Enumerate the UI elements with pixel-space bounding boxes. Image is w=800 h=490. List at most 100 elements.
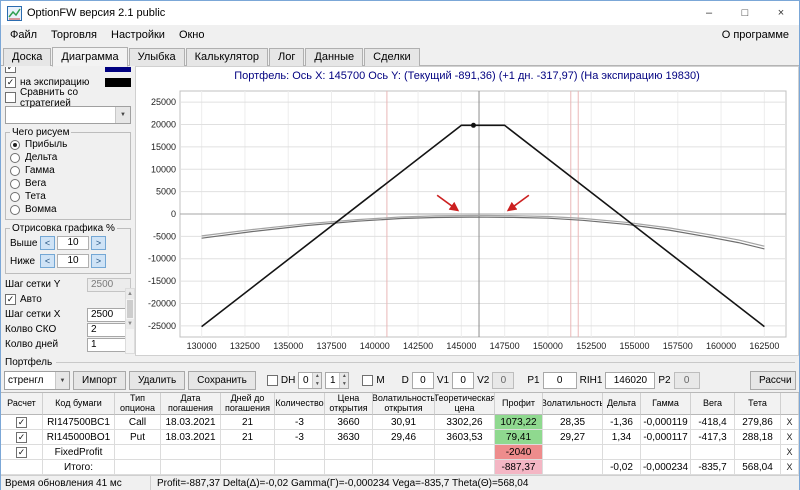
below-label: Ниже bbox=[10, 255, 36, 267]
cell-type bbox=[115, 460, 161, 475]
maximize-button[interactable]: □ bbox=[727, 1, 763, 25]
delete-button[interactable]: Удалить bbox=[128, 371, 186, 390]
cell-open-price: 3660 bbox=[325, 415, 373, 430]
cell-expiry-date bbox=[161, 460, 221, 475]
x-tick-label: 135000 bbox=[273, 341, 303, 351]
update-time: Время обновления 41 мс bbox=[1, 476, 151, 490]
spin-down-icon[interactable]: ▼ bbox=[340, 380, 349, 388]
spin-down-icon[interactable]: ▼ bbox=[313, 380, 322, 388]
portfolio-section: Портфель bbox=[1, 356, 799, 369]
strategy-compare-select[interactable]: ▼ bbox=[5, 106, 131, 124]
draw-gamma-radio[interactable] bbox=[10, 165, 20, 176]
row-close-button[interactable]: X bbox=[781, 415, 799, 430]
close-button[interactable]: × bbox=[763, 1, 799, 25]
tab-calculator[interactable]: Калькулятор bbox=[185, 48, 269, 66]
spin-up-icon[interactable]: ▲ bbox=[340, 373, 349, 381]
draw-gamma-row: Гамма bbox=[10, 164, 126, 177]
pnl-chart[interactable]: 130000 132500 135000 137500 140000 142500 1450… bbox=[136, 85, 796, 355]
draw-profit-radio[interactable] bbox=[10, 139, 20, 150]
cell-theor-price: 3603,53 bbox=[435, 430, 495, 445]
menu-window[interactable]: Окно bbox=[172, 27, 212, 43]
tab-trades[interactable]: Сделки bbox=[364, 48, 420, 66]
chart-title: Портфель: Ось X: 145700 Ось Y: (Текущий … bbox=[234, 70, 700, 82]
x-tick-label: 155000 bbox=[619, 341, 649, 351]
strategy-select-value: стренгл bbox=[8, 375, 44, 386]
cell-quantity bbox=[275, 445, 325, 460]
y-tick-label: -25000 bbox=[148, 321, 176, 331]
calculate-button[interactable]: Рассчи bbox=[750, 371, 796, 390]
sidebar-scrollbar[interactable]: ▲ ▼ bbox=[125, 288, 135, 354]
draw-delta-radio[interactable] bbox=[10, 152, 20, 163]
cell-delta: -0,02 bbox=[603, 460, 641, 475]
current-checkbox[interactable]: ✓ bbox=[5, 67, 16, 73]
import-button[interactable]: Импорт bbox=[73, 371, 126, 390]
cell-volatility: 29,27 bbox=[543, 430, 603, 445]
col-profit: Профит bbox=[495, 393, 543, 415]
dh-spinner-1[interactable]: 0 ▲ ▼ bbox=[298, 372, 323, 389]
expiry-checkbox[interactable]: ✓ bbox=[5, 77, 16, 88]
row-calc-checkbox[interactable]: ✓ bbox=[16, 446, 27, 458]
scroll-up-icon[interactable]: ▲ bbox=[126, 289, 134, 299]
below-value-input[interactable]: 10 bbox=[57, 254, 89, 268]
draw-vomma-radio[interactable] bbox=[10, 204, 20, 215]
current-color-swatch[interactable] bbox=[105, 67, 131, 72]
title-bar[interactable]: OptionFW версия 2.1 public – □ × bbox=[1, 1, 799, 25]
row-calc-checkbox[interactable]: ✓ bbox=[16, 416, 27, 428]
p2-input[interactable]: 0 bbox=[673, 372, 700, 389]
cell-open-price bbox=[325, 460, 373, 475]
draw-theta-radio[interactable] bbox=[10, 191, 20, 202]
menu-trade[interactable]: Торговля bbox=[44, 27, 104, 43]
y-tick-label: 10000 bbox=[151, 164, 176, 174]
below-increment-button[interactable]: > bbox=[91, 254, 106, 268]
dh-spinner-2[interactable]: 1 ▲ ▼ bbox=[325, 372, 350, 389]
tab-log[interactable]: Лог bbox=[269, 48, 305, 66]
grid-step-x-label: Шаг сетки X bbox=[5, 309, 61, 320]
m-checkbox[interactable] bbox=[362, 375, 374, 386]
row-close-button[interactable]: X bbox=[781, 460, 799, 475]
row-close-button[interactable]: X bbox=[781, 445, 799, 460]
cell-theor-price: 3302,26 bbox=[435, 415, 495, 430]
compare-checkbox[interactable] bbox=[5, 92, 16, 103]
scrollbar-thumb[interactable] bbox=[127, 300, 133, 318]
col-days-to-expiry: Дней до погашения bbox=[221, 393, 275, 415]
menu-bar: Файл Торговля Настройки Окно О программе bbox=[1, 25, 799, 45]
below-decrement-button[interactable]: < bbox=[40, 254, 55, 268]
dh-checkbox[interactable] bbox=[266, 375, 278, 386]
save-button[interactable]: Сохранить bbox=[188, 371, 256, 390]
draw-profit-row: Прибыль bbox=[10, 138, 126, 151]
cell-calc: ✓ bbox=[1, 415, 43, 430]
minimize-button[interactable]: – bbox=[691, 1, 727, 25]
draw-vega-row: Вега bbox=[10, 177, 126, 190]
row-close-button[interactable]: X bbox=[781, 430, 799, 445]
v2-label: V2 bbox=[477, 375, 490, 386]
tab-data[interactable]: Данные bbox=[305, 48, 364, 66]
v1-input[interactable]: 0 bbox=[452, 372, 475, 389]
v2-input[interactable]: 0 bbox=[492, 372, 515, 389]
render-group: Отрисовка графика % Выше < 10 > Ниже < 1… bbox=[5, 223, 131, 274]
x-tick-label: 140000 bbox=[360, 341, 390, 351]
above-value-input[interactable]: 10 bbox=[57, 236, 89, 250]
above-label: Выше bbox=[10, 237, 38, 249]
tab-smile[interactable]: Улыбка bbox=[128, 48, 185, 66]
menu-about[interactable]: О программе bbox=[714, 27, 797, 43]
above-increment-button[interactable]: > bbox=[91, 236, 106, 250]
menu-file[interactable]: Файл bbox=[3, 27, 44, 43]
p1-input[interactable]: 0 bbox=[542, 372, 577, 389]
app-icon bbox=[7, 5, 22, 21]
row-calc-checkbox[interactable]: ✓ bbox=[16, 431, 27, 443]
scroll-down-icon[interactable]: ▼ bbox=[126, 319, 134, 329]
above-decrement-button[interactable]: < bbox=[40, 236, 55, 250]
strategy-select[interactable]: стренгл ▼ bbox=[4, 371, 70, 390]
tab-diagram[interactable]: Диаграмма bbox=[52, 47, 128, 67]
d-input[interactable]: 0 bbox=[411, 372, 434, 389]
draw-vega-radio[interactable] bbox=[10, 178, 20, 189]
auto-checkbox[interactable]: ✓ bbox=[5, 294, 16, 305]
col-open-volatility: Волатильность открытия bbox=[373, 393, 435, 415]
ticker-price-input[interactable]: 146020 bbox=[605, 372, 656, 389]
x-tick-label: 162500 bbox=[749, 341, 779, 351]
tab-board[interactable]: Доска bbox=[3, 48, 52, 66]
menu-settings[interactable]: Настройки bbox=[104, 27, 172, 43]
portfolio-group-label: Портфель bbox=[5, 357, 53, 368]
spin-up-icon[interactable]: ▲ bbox=[313, 373, 322, 381]
x-tick-label: 152500 bbox=[576, 341, 606, 351]
